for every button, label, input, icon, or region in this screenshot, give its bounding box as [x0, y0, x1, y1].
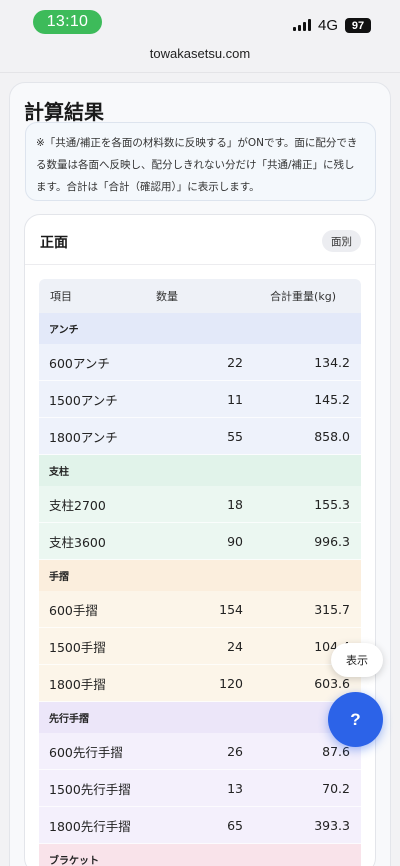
status-time: 13:10: [33, 10, 102, 34]
row-qty: 24: [227, 638, 243, 654]
row-qty: 120: [219, 675, 243, 691]
row-name: 1500アンチ: [49, 392, 118, 408]
row-qty: 22: [227, 354, 243, 370]
row-weight: 393.3: [314, 817, 350, 833]
column-header-name: 項目: [50, 290, 72, 303]
row-qty: 154: [219, 601, 243, 617]
group-label: アンチ: [39, 313, 361, 344]
table-row: 1800アンチ 55 858.0: [39, 418, 361, 455]
section-badge[interactable]: 面別: [322, 230, 361, 252]
row-weight: 87.6: [322, 743, 350, 759]
group-anchi: アンチ 600アンチ 22 134.2 1500アンチ 11 145.2 180…: [39, 313, 361, 455]
divider: [0, 72, 400, 73]
row-weight: 70.2: [322, 780, 350, 796]
column-header-weight: 合計重量(kg): [270, 290, 336, 303]
group-senko: 先行手摺 600先行手摺 26 87.6 1500先行手摺 13 70.2 18…: [39, 702, 361, 844]
row-weight: 145.2: [314, 391, 350, 407]
table-row: 支柱2700 18 155.3: [39, 486, 361, 523]
status-bar: 13:10 4G 97: [0, 0, 400, 42]
row-qty: 13: [227, 780, 243, 796]
row-weight: 603.6: [314, 675, 350, 691]
row-qty: 18: [227, 496, 243, 512]
group-bracket: ブラケット: [39, 844, 361, 866]
row-name: 600先行手摺: [49, 744, 123, 760]
notice-text: ※「共通/補正を各面の材料数に反映する」がONです。面に配分できる数量は各面へ反…: [36, 137, 358, 193]
group-label: ブラケット: [39, 844, 361, 866]
table-row: 600手摺 154 315.7: [39, 591, 361, 628]
signal-icon: [293, 19, 311, 31]
row-name: 600アンチ: [49, 355, 110, 371]
table-row: 1500手摺 24 104.4: [39, 628, 361, 665]
table-row: 600アンチ 22 134.2: [39, 344, 361, 381]
section-header: 正面 面別: [25, 215, 375, 265]
column-header-qty: 数量: [156, 290, 178, 303]
row-name: 600手摺: [49, 602, 98, 618]
row-weight: 858.0: [314, 428, 350, 444]
row-weight: 996.3: [314, 533, 350, 549]
show-button[interactable]: 表示: [331, 643, 383, 677]
row-name: 1500先行手摺: [49, 781, 131, 797]
table-row: 支柱3600 90 996.3: [39, 523, 361, 560]
row-weight: 134.2: [314, 354, 350, 370]
table-row: 600先行手摺 26 87.6: [39, 733, 361, 770]
row-weight: 315.7: [314, 601, 350, 617]
row-name: 支柱3600: [49, 534, 106, 550]
network-label: 4G: [318, 17, 339, 34]
page-title: 計算結果: [24, 102, 104, 124]
row-name: 1800先行手摺: [49, 818, 131, 834]
group-tesuri: 手摺 600手摺 154 315.7 1500手摺 24 104.4 1800手…: [39, 560, 361, 702]
row-qty: 11: [227, 391, 243, 407]
table-row: 1500アンチ 11 145.2: [39, 381, 361, 418]
group-label: 先行手摺: [39, 702, 361, 733]
group-shichu: 支柱 支柱2700 18 155.3 支柱3600 90 996.3: [39, 455, 361, 560]
table-row: 1800先行手摺 65 393.3: [39, 807, 361, 844]
row-name: 1500手摺: [49, 639, 106, 655]
battery-icon: 97: [345, 18, 371, 33]
row-qty: 26: [227, 743, 243, 759]
row-qty: 65: [227, 817, 243, 833]
row-weight: 155.3: [314, 496, 350, 512]
notice-box: ※「共通/補正を各面の材料数に反映する」がONです。面に配分できる数量は各面へ反…: [25, 122, 376, 201]
table-header: 項目 数量 合計重量(kg): [39, 279, 361, 313]
help-button[interactable]: ?: [328, 692, 383, 747]
result-table: 項目 数量 合計重量(kg) アンチ 600アンチ 22 134.2 1500ア…: [39, 279, 361, 866]
group-label: 支柱: [39, 455, 361, 486]
group-label: 手摺: [39, 560, 361, 591]
question-icon: ?: [350, 709, 361, 729]
row-name: 1800手摺: [49, 676, 106, 692]
row-qty: 55: [227, 428, 243, 444]
table-row: 1800手摺 120 603.6: [39, 665, 361, 702]
row-qty: 90: [227, 533, 243, 549]
url-bar[interactable]: towakasetsu.com: [0, 46, 400, 61]
section-title: 正面: [40, 234, 68, 250]
table-row: 1500先行手摺 13 70.2: [39, 770, 361, 807]
row-name: 支柱2700: [49, 497, 106, 513]
row-name: 1800アンチ: [49, 429, 118, 445]
